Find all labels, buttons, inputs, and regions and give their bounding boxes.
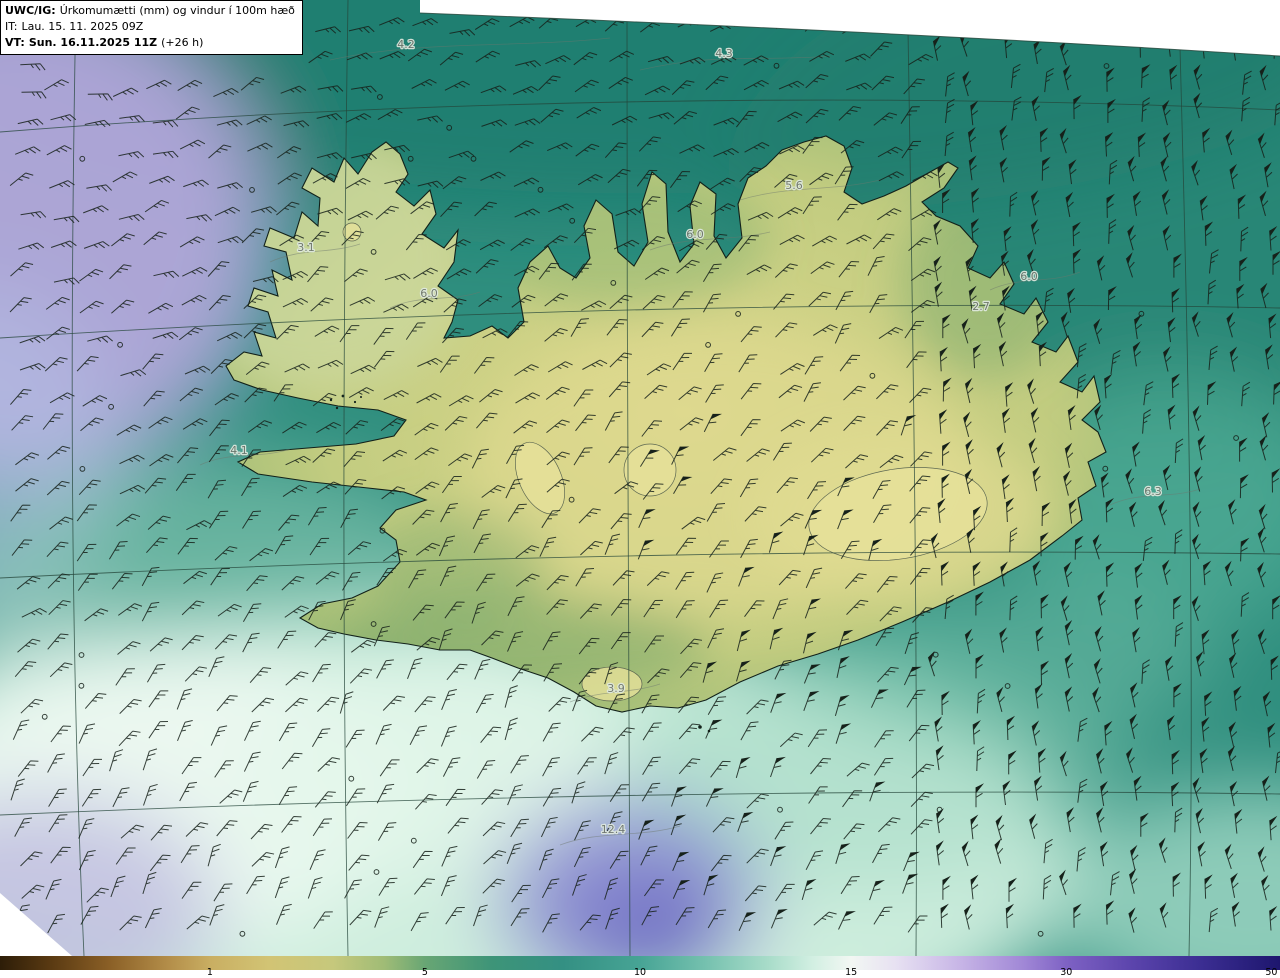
weather-map: 4.2 4.3 5.6 6.0 3.1 6.0 6.0 2.7 4.1 6.3 … (0, 0, 1280, 956)
valid-time-value: Sun. 16.11.2025 11Z (28, 36, 158, 49)
contour-label: 3.9 (607, 682, 625, 695)
colorbar-labels: 1 5 10 15 30 50 (0, 967, 1280, 978)
init-time-value: Lau. 15. 11. 2025 09Z (21, 20, 144, 33)
colorbar-tick-label: 30 (1060, 967, 1073, 978)
valid-time-offset: (+26 h) (161, 36, 204, 49)
colorbar-tick-label: 10 (633, 967, 647, 978)
contour-label: 4.3 (715, 47, 733, 60)
title-line-2: IT: Lau. 15. 11. 2025 09Z (5, 19, 295, 35)
valid-time-label: VT: (5, 36, 25, 49)
contour-label: 2.7 (972, 300, 990, 313)
weather-map-viewport: 4.2 4.3 5.6 6.0 3.1 6.0 6.0 2.7 4.1 6.3 … (0, 0, 1280, 978)
colorbar-tick-label: 15 (845, 967, 858, 978)
contour-label: 5.6 (785, 179, 803, 192)
title-line-3: VT: Sun. 16.11.2025 11Z (+26 h) (5, 35, 295, 51)
colorbar: 1 5 10 15 30 50 (0, 956, 1280, 978)
product-code: UWC/IG: (5, 4, 56, 17)
product-title: Úrkomumætti (mm) og vindur í 100m hæð (59, 4, 295, 17)
contour-label: 6.0 (686, 228, 704, 241)
colorbar-tick-label: 50 (1265, 967, 1278, 978)
contour-label: 6.0 (1020, 270, 1038, 283)
title-box: UWC/IG: Úrkomumætti (mm) og vindur í 100m… (0, 0, 303, 55)
colorbar-tick-label: 5 (421, 967, 428, 978)
contour-label: 6.3 (1144, 485, 1162, 498)
title-line-1: UWC/IG: Úrkomumætti (mm) og vindur í 100m… (5, 3, 295, 19)
init-time-label: IT: (5, 20, 18, 33)
contour-label: 3.1 (297, 241, 315, 254)
contour-label: 12.4 (601, 823, 626, 836)
contour-label: 6.0 (420, 287, 438, 300)
colorbar-tick-label: 1 (206, 967, 213, 978)
contour-label: 4.2 (397, 38, 415, 51)
contour-label: 4.1 (230, 444, 248, 457)
